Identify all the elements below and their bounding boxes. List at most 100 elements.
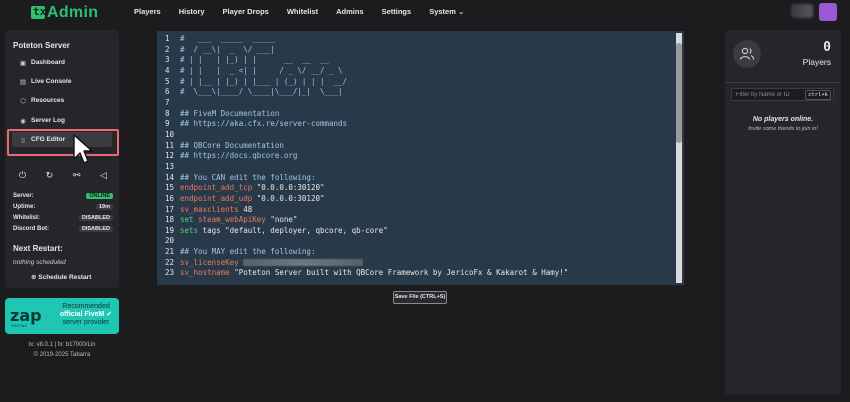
no-players-subtitle: Invite some friends to join in! [748,126,818,132]
zap-hosting-ad[interactable]: zap HOSTING Recommended official FiveM ✔… [5,298,119,334]
code-token: 48 [243,204,253,214]
sidebar-item-resources[interactable]: ⬡ Resources [12,93,112,108]
code-line[interactable]: 1 # ___ _____ _____ [165,34,670,45]
sidebar-item-server-log[interactable]: ◉ Server Log [12,113,112,128]
line-number: 23 [165,268,175,278]
player-filter[interactable]: ctrl+k [731,88,834,101]
code-token: "0.0.0.0:30120" [256,183,325,193]
code-token: "0.0.0.0:30120" [256,193,325,203]
code-token: ## You MAY edit the following: [180,247,316,257]
status-uptime: Uptime: 19m [13,204,113,213]
eye-icon: ◉ [20,117,26,125]
sidebar-item-label: Resources [31,97,65,104]
dashboard-icon: ▣ [19,59,27,67]
code-line[interactable]: 21 ## You MAY edit the following: [165,247,670,258]
users-icon [733,40,761,68]
code-area[interactable]: 1 # ___ _____ _____ 2 # / __\| _ \/ ___| 3 # … [165,34,670,284]
line-number: 3 [165,55,170,65]
cfg-code-editor[interactable]: 1 # ___ _____ _____ 2 # / __\| _ \/ ___| 3 # … [157,31,684,285]
code-token: ## You CAN edit the following: [180,172,316,182]
code-line[interactable]: 7 [165,98,670,109]
next-restart-title: Next Restart: [13,244,63,253]
scrollbar-thumb[interactable] [676,43,682,143]
line-number: 1 [165,34,170,43]
code-token: sets [180,225,203,235]
code-line[interactable]: 17 sv_maxclients 48 [165,205,670,216]
code-line[interactable]: 5 # | |__ | |_) | |___ | (_) | | | __/ [165,77,670,88]
code-token: # | | | |_) | | __ __ __ [180,55,330,65]
code-token: endpoint_add_tcp [180,183,257,193]
check-icon: ✔ [106,311,113,318]
code-token: # / __\| _ \/ ___| [180,44,275,54]
avatar[interactable] [819,3,837,21]
next-restart-value: nothing scheduled [13,259,66,266]
nav-whitelist[interactable]: Whitelist [287,7,318,16]
code-token: endpoint_add_udp [180,193,257,203]
line-number: 8 [165,108,170,118]
line-number: 20 [165,236,175,246]
restart-icon[interactable]: ↻ [46,170,54,184]
code-line[interactable]: 4 # | | | _ <| | / _ \/ __/ _ \ [165,66,670,77]
code-token: "none" [270,215,298,225]
megaphone-icon[interactable]: ◁ [100,170,107,184]
code-token: ## https://aka.cfx.re/server-commands [180,119,348,129]
code-line[interactable]: 20 [165,236,670,247]
code-token: tags "default, deployer, qbcore, qb-core… [202,225,388,235]
sidebar-item-label: Server Log [31,117,65,124]
code-line[interactable]: 23 sv_hostname "Poteton Server built with… [165,268,670,279]
sidebar-item-dashboard[interactable]: ▣ Dashboard [12,55,112,70]
code-token: steam_webApiKey [198,215,271,225]
nav-player-drops[interactable]: Player Drops [223,7,269,16]
nav-settings[interactable]: Settings [382,7,412,16]
logo-badge-icon: tx [31,5,47,19]
code-line[interactable]: 6 # \___\|____/ \____|\___/|_| \___| [165,87,670,98]
line-number: 9 [165,119,170,129]
code-line[interactable]: 3 # | | | |_) | | __ __ __ [165,55,670,66]
code-token: ## https://docs.qbcore.org [180,151,298,161]
save-file-button[interactable]: Save File (CTRL+S) [393,291,447,304]
sidebar-item-live-console[interactable]: ▤ Live Console [12,74,112,89]
code-line[interactable]: 16 endpoint_add_udp "0.0.0.0:30120" [165,194,670,205]
code-line[interactable]: 14 ## You CAN edit the following: [165,173,670,184]
players-panel: 0 Players ctrl+k No players online. Invi… [725,30,841,395]
username-redacted[interactable] [791,4,813,18]
code-line[interactable]: 22 sv_licenseKey [165,258,670,269]
schedule-restart-button[interactable]: ⊕ Schedule Restart [31,273,91,281]
code-token: sv_licenseKey [180,257,244,267]
code-line[interactable]: 12 ## https://docs.qbcore.org [165,151,670,162]
nav-history[interactable]: History [179,7,205,16]
line-number: 4 [165,65,170,75]
code-line[interactable]: 8 ## FiveM Documentation [165,109,670,120]
status-badge: DISABLED [78,226,113,232]
power-off-icon[interactable]: ⏻ [19,170,26,184]
status-badge: 19m [95,204,113,210]
main-nav: Players History Player Drops Whitelist A… [134,7,482,16]
code-token: # ___ _____ _____ [180,34,275,43]
code-line[interactable]: 2 # / __\| _ \/ ___| [165,45,670,56]
no-players-title: No players online. [752,116,814,123]
top-navbar: tx Admin Players History Player Drops Wh… [0,0,850,24]
line-number: 7 [165,97,170,107]
nav-admins[interactable]: Admins [336,7,364,16]
nav-players[interactable]: Players [134,7,161,16]
code-line[interactable]: 13 [165,162,670,173]
code-line[interactable]: 19 sets tags "default, deployer, qbcore, … [165,226,670,237]
code-line[interactable]: 18 set steam_webApiKey "none" [165,215,670,226]
line-number: 18 [165,215,175,225]
code-line[interactable]: 15 endpoint_add_tcp "0.0.0.0:30120" [165,183,670,194]
player-filter-input[interactable] [732,89,812,100]
box-icon: ⬡ [20,97,26,105]
line-number: 13 [165,161,175,171]
editor-scrollbar[interactable] [676,33,682,283]
nav-system[interactable]: System ⌄ [429,7,464,16]
line-number: 15 [165,183,175,193]
code-line[interactable]: 11 ## QBCore Documentation [165,141,670,152]
line-number: 17 [165,204,175,214]
code-line[interactable]: 9 ## https://aka.cfx.re/server-commands [165,119,670,130]
server-name: Poteton Server [13,41,70,50]
kick-icon[interactable]: ⚯ [73,170,81,184]
shortcut-hint: ctrl+k [805,90,831,100]
code-line[interactable]: 10 [165,130,670,141]
txadmin-logo[interactable]: tx Admin [31,4,98,21]
copyright: © 2019-2025 Tabarra [33,352,91,358]
